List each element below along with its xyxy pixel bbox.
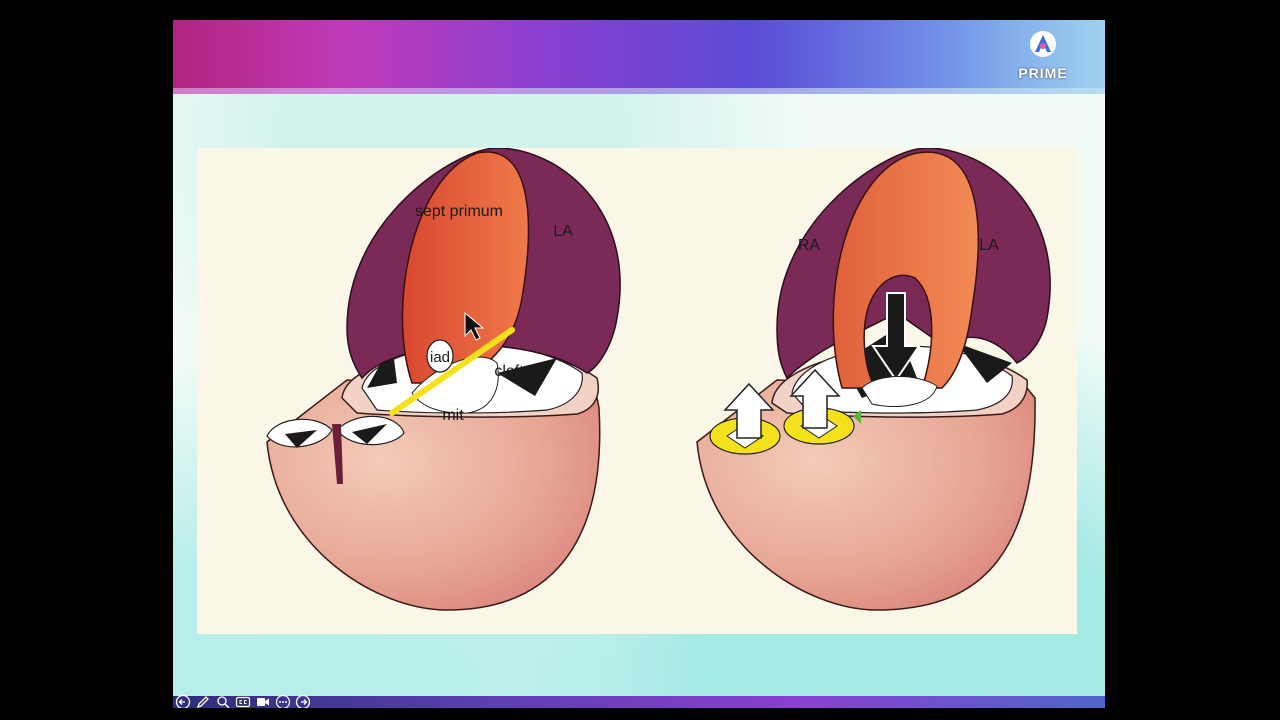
right-heart: RA LA (696, 148, 1051, 611)
back-icon[interactable] (175, 694, 191, 708)
more-icon[interactable] (275, 694, 291, 708)
pen-icon[interactable] (195, 694, 211, 708)
prime-logo-icon (1030, 31, 1056, 57)
captions-icon[interactable] (235, 694, 251, 708)
heart-diagram-figure: sept primum LA iad cleft mit RA LA (197, 148, 1077, 634)
label-ra: RA (798, 237, 821, 254)
zoom-icon[interactable] (215, 694, 231, 708)
heart-diagram-svg: sept primum LA iad cleft mit RA LA (266, 148, 1051, 611)
label-mit: mit (442, 407, 464, 424)
slide-banner: PRIME (173, 20, 1105, 94)
label-sept-primum: sept primum (415, 203, 503, 220)
presentation-toolbar (173, 694, 1105, 708)
slide: PRIME sept primum LA iad cleft mit RA LA (173, 20, 1105, 708)
label-la-left: LA (553, 223, 573, 240)
logo-text: PRIME (1018, 65, 1068, 81)
label-la-right: LA (979, 237, 999, 254)
slide-content: sept primum LA iad cleft mit RA LA (173, 94, 1105, 708)
label-iad: iad (430, 349, 450, 366)
forward-icon[interactable] (295, 694, 311, 708)
label-cleft: cleft (494, 363, 524, 380)
prime-logo: PRIME (1011, 30, 1075, 86)
left-heart: sept primum LA iad cleft mit (266, 148, 621, 611)
camera-icon[interactable] (255, 694, 271, 708)
